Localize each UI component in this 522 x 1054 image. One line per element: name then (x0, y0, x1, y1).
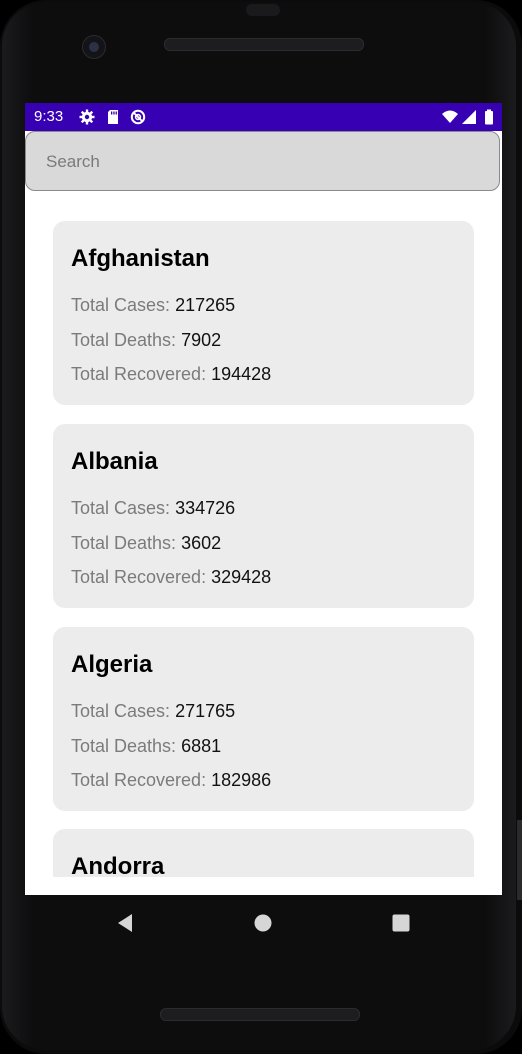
total-cases-row: Total Cases: 217265 (71, 295, 235, 316)
country-card[interactable]: Algeria Total Cases: 271765 Total Deaths… (53, 627, 474, 811)
total-deaths-value: 6881 (181, 736, 222, 756)
country-name: Algeria (71, 651, 153, 678)
sd-card-icon (108, 110, 118, 124)
total-deaths-label: Total Deaths: (71, 330, 177, 350)
signal-icon (462, 110, 476, 124)
total-cases-label: Total Cases: (71, 701, 171, 721)
total-deaths-row: Total Deaths: 7902 (71, 330, 221, 351)
gear-icon (79, 109, 95, 125)
battery-icon (485, 109, 493, 125)
app-screen: 9:33 Search Afghanistan Total Cases: 217… (25, 103, 502, 895)
total-recovered-label: Total Recovered: (71, 770, 207, 790)
bottom-speaker (160, 1008, 360, 1021)
total-recovered-value: 182986 (211, 770, 272, 790)
total-recovered-label: Total Recovered: (71, 567, 207, 587)
country-name: Andorra (71, 853, 165, 877)
total-deaths-value: 7902 (181, 330, 222, 350)
search-input[interactable] (44, 132, 488, 192)
total-cases-label: Total Cases: (71, 498, 171, 518)
top-notch (246, 4, 280, 16)
sync-disabled-icon (130, 109, 146, 125)
total-recovered-row: Total Recovered: 329428 (71, 567, 271, 588)
country-card[interactable]: Andorra (53, 829, 474, 877)
search-field[interactable] (25, 131, 500, 192)
total-cases-label: Total Cases: (71, 295, 171, 315)
country-name: Albania (71, 448, 158, 475)
side-button[interactable] (517, 820, 522, 900)
country-card[interactable]: Afghanistan Total Cases: 217265 Total De… (53, 221, 474, 405)
total-cases-row: Total Cases: 334726 (71, 498, 235, 519)
total-recovered-row: Total Recovered: 182986 (71, 770, 271, 791)
total-deaths-label: Total Deaths: (71, 533, 177, 553)
total-deaths-row: Total Deaths: 3602 (71, 533, 221, 554)
status-bar: 9:33 (25, 103, 502, 131)
country-name: Afghanistan (71, 245, 210, 272)
status-time: 9:33 (34, 108, 64, 125)
total-deaths-value: 3602 (181, 533, 222, 553)
total-recovered-value: 194428 (211, 364, 272, 384)
total-cases-row: Total Cases: 271765 (71, 701, 235, 722)
total-deaths-row: Total Deaths: 6881 (71, 736, 221, 757)
country-list[interactable]: Afghanistan Total Cases: 217265 Total De… (25, 191, 502, 877)
total-deaths-label: Total Deaths: (71, 736, 177, 756)
total-cases-value: 271765 (175, 701, 236, 721)
front-camera (82, 35, 106, 59)
total-recovered-value: 329428 (211, 567, 272, 587)
navigation-bar (25, 895, 502, 951)
earpiece-speaker (164, 38, 364, 51)
total-recovered-label: Total Recovered: (71, 364, 207, 384)
total-cases-value: 334726 (175, 498, 236, 518)
total-recovered-row: Total Recovered: 194428 (71, 364, 271, 385)
back-icon[interactable] (113, 911, 137, 935)
total-cases-value: 217265 (175, 295, 236, 315)
country-card[interactable]: Albania Total Cases: 334726 Total Deaths… (53, 424, 474, 608)
recents-icon[interactable] (389, 911, 413, 935)
home-icon[interactable] (251, 911, 275, 935)
wifi-icon (442, 110, 458, 123)
